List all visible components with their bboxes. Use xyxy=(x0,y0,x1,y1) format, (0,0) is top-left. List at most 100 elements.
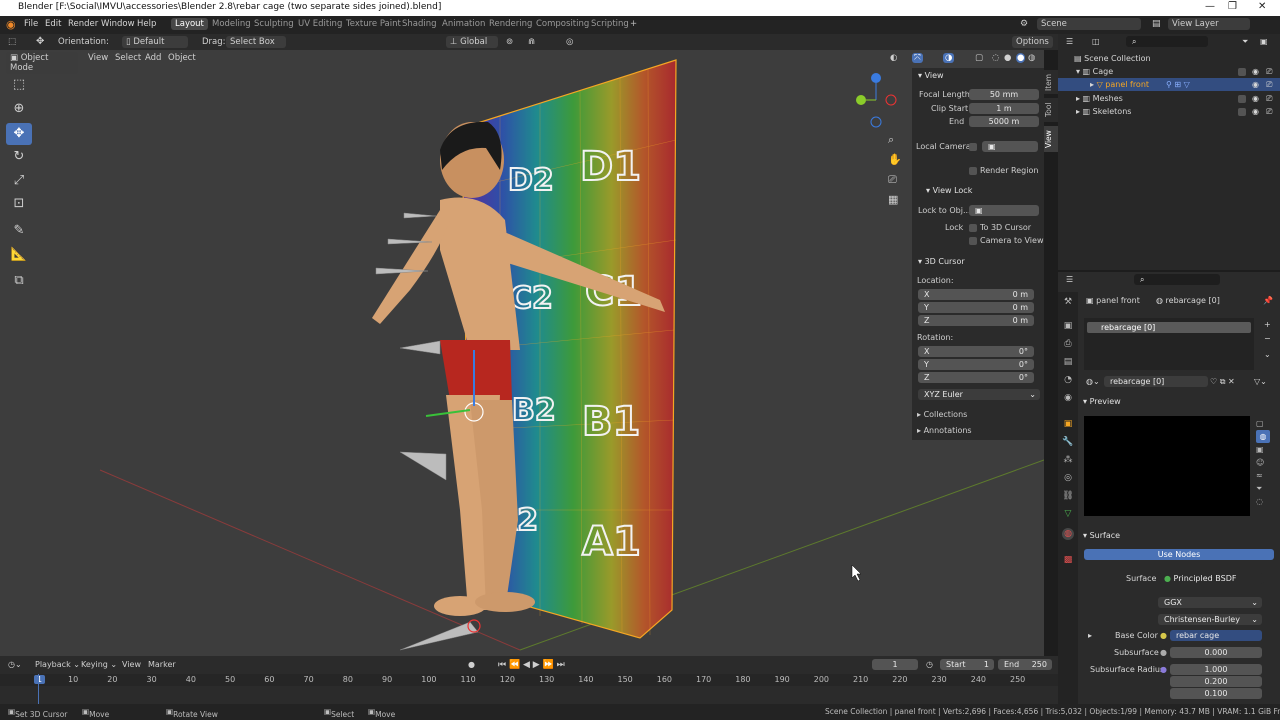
preview-cube-icon[interactable]: ▣ xyxy=(1256,443,1270,456)
tool-settings-tab-icon[interactable]: ⚒ xyxy=(1062,296,1074,308)
rotation-mode-dropdown[interactable]: XYZ Euler ⌄ xyxy=(918,389,1040,400)
current-frame-field[interactable]: 1 xyxy=(872,659,918,670)
viewport-menu-object[interactable]: Object xyxy=(168,53,196,63)
add-slot-icon[interactable]: + xyxy=(1264,320,1271,329)
outliner-row-cage[interactable]: ▾ ▥ Cage ◉ ⎚ xyxy=(1058,65,1280,78)
render-region-checkbox[interactable] xyxy=(969,167,977,175)
pan-hand-icon[interactable]: ✋ xyxy=(888,150,902,170)
3d-viewport[interactable]: D1 D2 C1 C2 B1 B2 A1 A2 xyxy=(0,50,1044,656)
output-tab-icon[interactable]: ⎙ xyxy=(1062,338,1074,350)
camera-icon[interactable]: ⎚ xyxy=(1266,67,1272,77)
orientation-dropdown[interactable]: ▯ Default xyxy=(122,36,188,48)
focal-length-field[interactable]: 50 mm xyxy=(969,89,1039,100)
proportional-icon[interactable]: ◎ xyxy=(566,37,573,47)
scene-selector[interactable]: Scene xyxy=(1037,18,1141,30)
snap-icon[interactable]: ⋒ xyxy=(528,37,535,47)
world-tab-icon[interactable]: ◉ xyxy=(1062,392,1074,404)
tab-shading[interactable]: Shading xyxy=(402,19,437,29)
keying-menu[interactable]: Keying ⌄ xyxy=(81,660,117,669)
select-box-icon[interactable]: ⬚ xyxy=(6,74,32,96)
view-layer-icon[interactable]: ▤ xyxy=(1152,19,1161,29)
outliner-filter-icon[interactable]: ⏷ xyxy=(1242,37,1248,47)
distribution-dropdown[interactable]: GGX ⌄ xyxy=(1158,597,1262,608)
new-collection-icon[interactable]: ▣ xyxy=(1260,37,1268,46)
minimize-icon[interactable]: — xyxy=(1205,1,1215,12)
fake-user-icon[interactable]: ♡ ⧉ ✕ xyxy=(1210,377,1235,387)
side-tab-tool[interactable]: Tool xyxy=(1044,98,1058,122)
frame-end-field[interactable]: End 250 xyxy=(998,659,1052,670)
mode-dropdown[interactable]: ▣ Object Mode xyxy=(6,52,78,74)
viewport-menu-view[interactable]: View xyxy=(88,53,108,63)
side-tab-view[interactable]: View xyxy=(1044,126,1058,152)
tab-uv-editing[interactable]: UV Editing xyxy=(298,19,342,29)
blender-logo-icon[interactable]: ◉ xyxy=(6,18,16,31)
outliner-root[interactable]: ▤ Scene Collection xyxy=(1074,54,1151,63)
camera-view-icon[interactable]: ⎚ xyxy=(888,170,902,190)
maximize-icon[interactable]: ❐ xyxy=(1228,1,1237,12)
lock-to-object-field[interactable]: ▣ xyxy=(969,205,1039,216)
transform-icon[interactable]: ⊡ xyxy=(6,193,32,215)
move-tool-icon[interactable]: ✥ xyxy=(36,36,44,47)
timeline-ruler[interactable]: 1 10 20 30 40 50 60 70 80 90 100 110 120 130 140 150 160… xyxy=(0,674,1058,686)
side-tab-item[interactable]: Item xyxy=(1044,70,1058,94)
preview-world-icon[interactable]: ⏷ xyxy=(1256,482,1270,495)
clip-start-field[interactable]: 1 m xyxy=(969,103,1039,114)
drag-dropdown[interactable]: Select Box xyxy=(226,36,286,48)
material-slot-row[interactable]: rebarcage [0] xyxy=(1087,322,1251,333)
tool-select-icon[interactable]: ⬚ xyxy=(8,37,16,47)
playback-menu[interactable]: Playback ⌄ xyxy=(35,660,80,669)
subsurface-radius-socket-icon[interactable]: ● xyxy=(1160,665,1167,674)
cursor-tool-icon[interactable]: ⊕ xyxy=(6,98,32,120)
view-layer-selector[interactable]: View Layer xyxy=(1168,18,1250,30)
ortho-grid-icon[interactable]: ▦ xyxy=(888,190,902,210)
base-color-expand-icon[interactable]: ▸ xyxy=(1088,631,1092,640)
surface-shader-field[interactable]: ● Principled BSDF xyxy=(1158,573,1264,584)
scale-icon[interactable]: ⤢ xyxy=(6,170,32,192)
location-z-field[interactable]: Z0 m xyxy=(918,315,1034,326)
modifier-icons[interactable]: ⚲ ⊞ ▽ xyxy=(1166,80,1190,89)
texture-tab-icon[interactable]: ▩ xyxy=(1062,554,1074,566)
material-tab-icon[interactable]: ◍ xyxy=(1062,528,1074,540)
playhead[interactable] xyxy=(38,674,39,704)
gizmo-toggle-icon[interactable]: ⤧ xyxy=(912,53,923,63)
overlay-toggle-icon[interactable]: ◑ xyxy=(943,53,955,63)
constraints-tab-icon[interactable]: ⛓ xyxy=(1062,490,1074,502)
exclude-checkbox[interactable] xyxy=(1238,95,1246,103)
exclude-checkbox[interactable] xyxy=(1238,68,1246,76)
timeline-editor-icon[interactable]: ◷⌄ xyxy=(8,660,22,669)
eye-icon[interactable]: ◉ xyxy=(1252,67,1259,76)
tab-scripting[interactable]: Scripting xyxy=(591,19,629,29)
render-tab-icon[interactable]: ▣ xyxy=(1062,320,1074,332)
lock-to-cursor-checkbox[interactable] xyxy=(969,224,977,232)
shading-solid-icon[interactable]: ● xyxy=(1004,53,1011,63)
tab-compositing[interactable]: Compositing xyxy=(536,19,589,29)
close-icon[interactable]: ✕ xyxy=(1258,1,1266,12)
scene-icon[interactable]: ⚙ xyxy=(1020,19,1028,29)
preview-hair-icon[interactable]: ≈ xyxy=(1256,469,1270,482)
remove-slot-icon[interactable]: − xyxy=(1264,334,1271,343)
view-layer-tab-icon[interactable]: ▤ xyxy=(1062,356,1074,368)
eye-icon[interactable]: ◉ xyxy=(1252,80,1259,89)
tab-modeling[interactable]: Modeling xyxy=(212,19,251,29)
pin-icon[interactable]: 📌 xyxy=(1263,296,1273,305)
camera-to-view-checkbox[interactable] xyxy=(969,237,977,245)
subsurface-radius-z-field[interactable]: 0.100 xyxy=(1170,688,1262,699)
shading-wire-icon[interactable]: ◌ xyxy=(992,53,999,63)
subsurface-socket-icon[interactable]: ● xyxy=(1160,648,1167,657)
measure-icon[interactable]: 📐 xyxy=(6,244,32,266)
eye-icon[interactable]: ◉ xyxy=(1252,94,1259,103)
preview-panel-header[interactable]: ▾ Preview xyxy=(1083,397,1121,406)
menu-help[interactable]: Help xyxy=(137,19,156,29)
collections-panel-header[interactable]: ▸ Collections xyxy=(917,410,967,419)
viewport-menu-select[interactable]: Select xyxy=(115,53,141,63)
location-x-field[interactable]: X0 m xyxy=(918,289,1034,300)
local-camera-field[interactable]: ▣ xyxy=(982,141,1038,152)
outliner-row-panel-front[interactable]: ▸ ▽ panel front ⚲ ⊞ ▽ ◉ ⎚ xyxy=(1058,78,1280,91)
add-cube-icon[interactable]: ⧉ xyxy=(6,270,32,292)
playback-controls[interactable]: ⏮ ⏪ ◀ ▶ ⏩ ⏭ xyxy=(498,660,565,670)
subsurface-radius-x-field[interactable]: 1.000 xyxy=(1170,664,1262,675)
exclude-checkbox[interactable] xyxy=(1238,108,1246,116)
local-camera-checkbox[interactable] xyxy=(969,143,977,151)
zoom-icon[interactable]: ⌕ xyxy=(888,130,902,150)
annotate-icon[interactable]: ✎ xyxy=(6,220,32,242)
